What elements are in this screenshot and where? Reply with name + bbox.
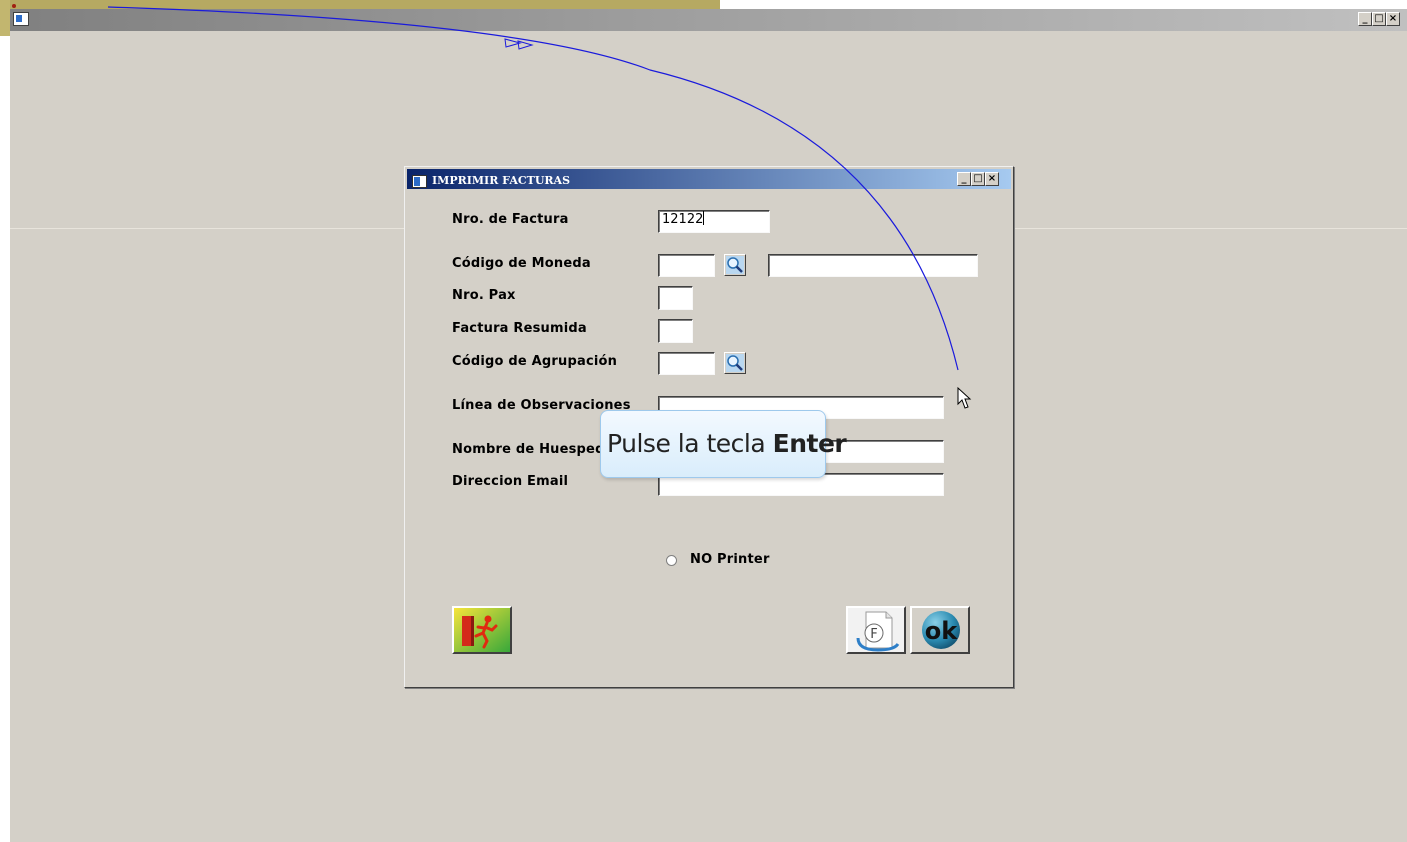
mouse-cursor-icon bbox=[957, 386, 972, 409]
annotation-arrow bbox=[107, 6, 959, 371]
annotation-start-dot bbox=[12, 4, 16, 8]
annotation-overlay bbox=[12, 4, 972, 409]
